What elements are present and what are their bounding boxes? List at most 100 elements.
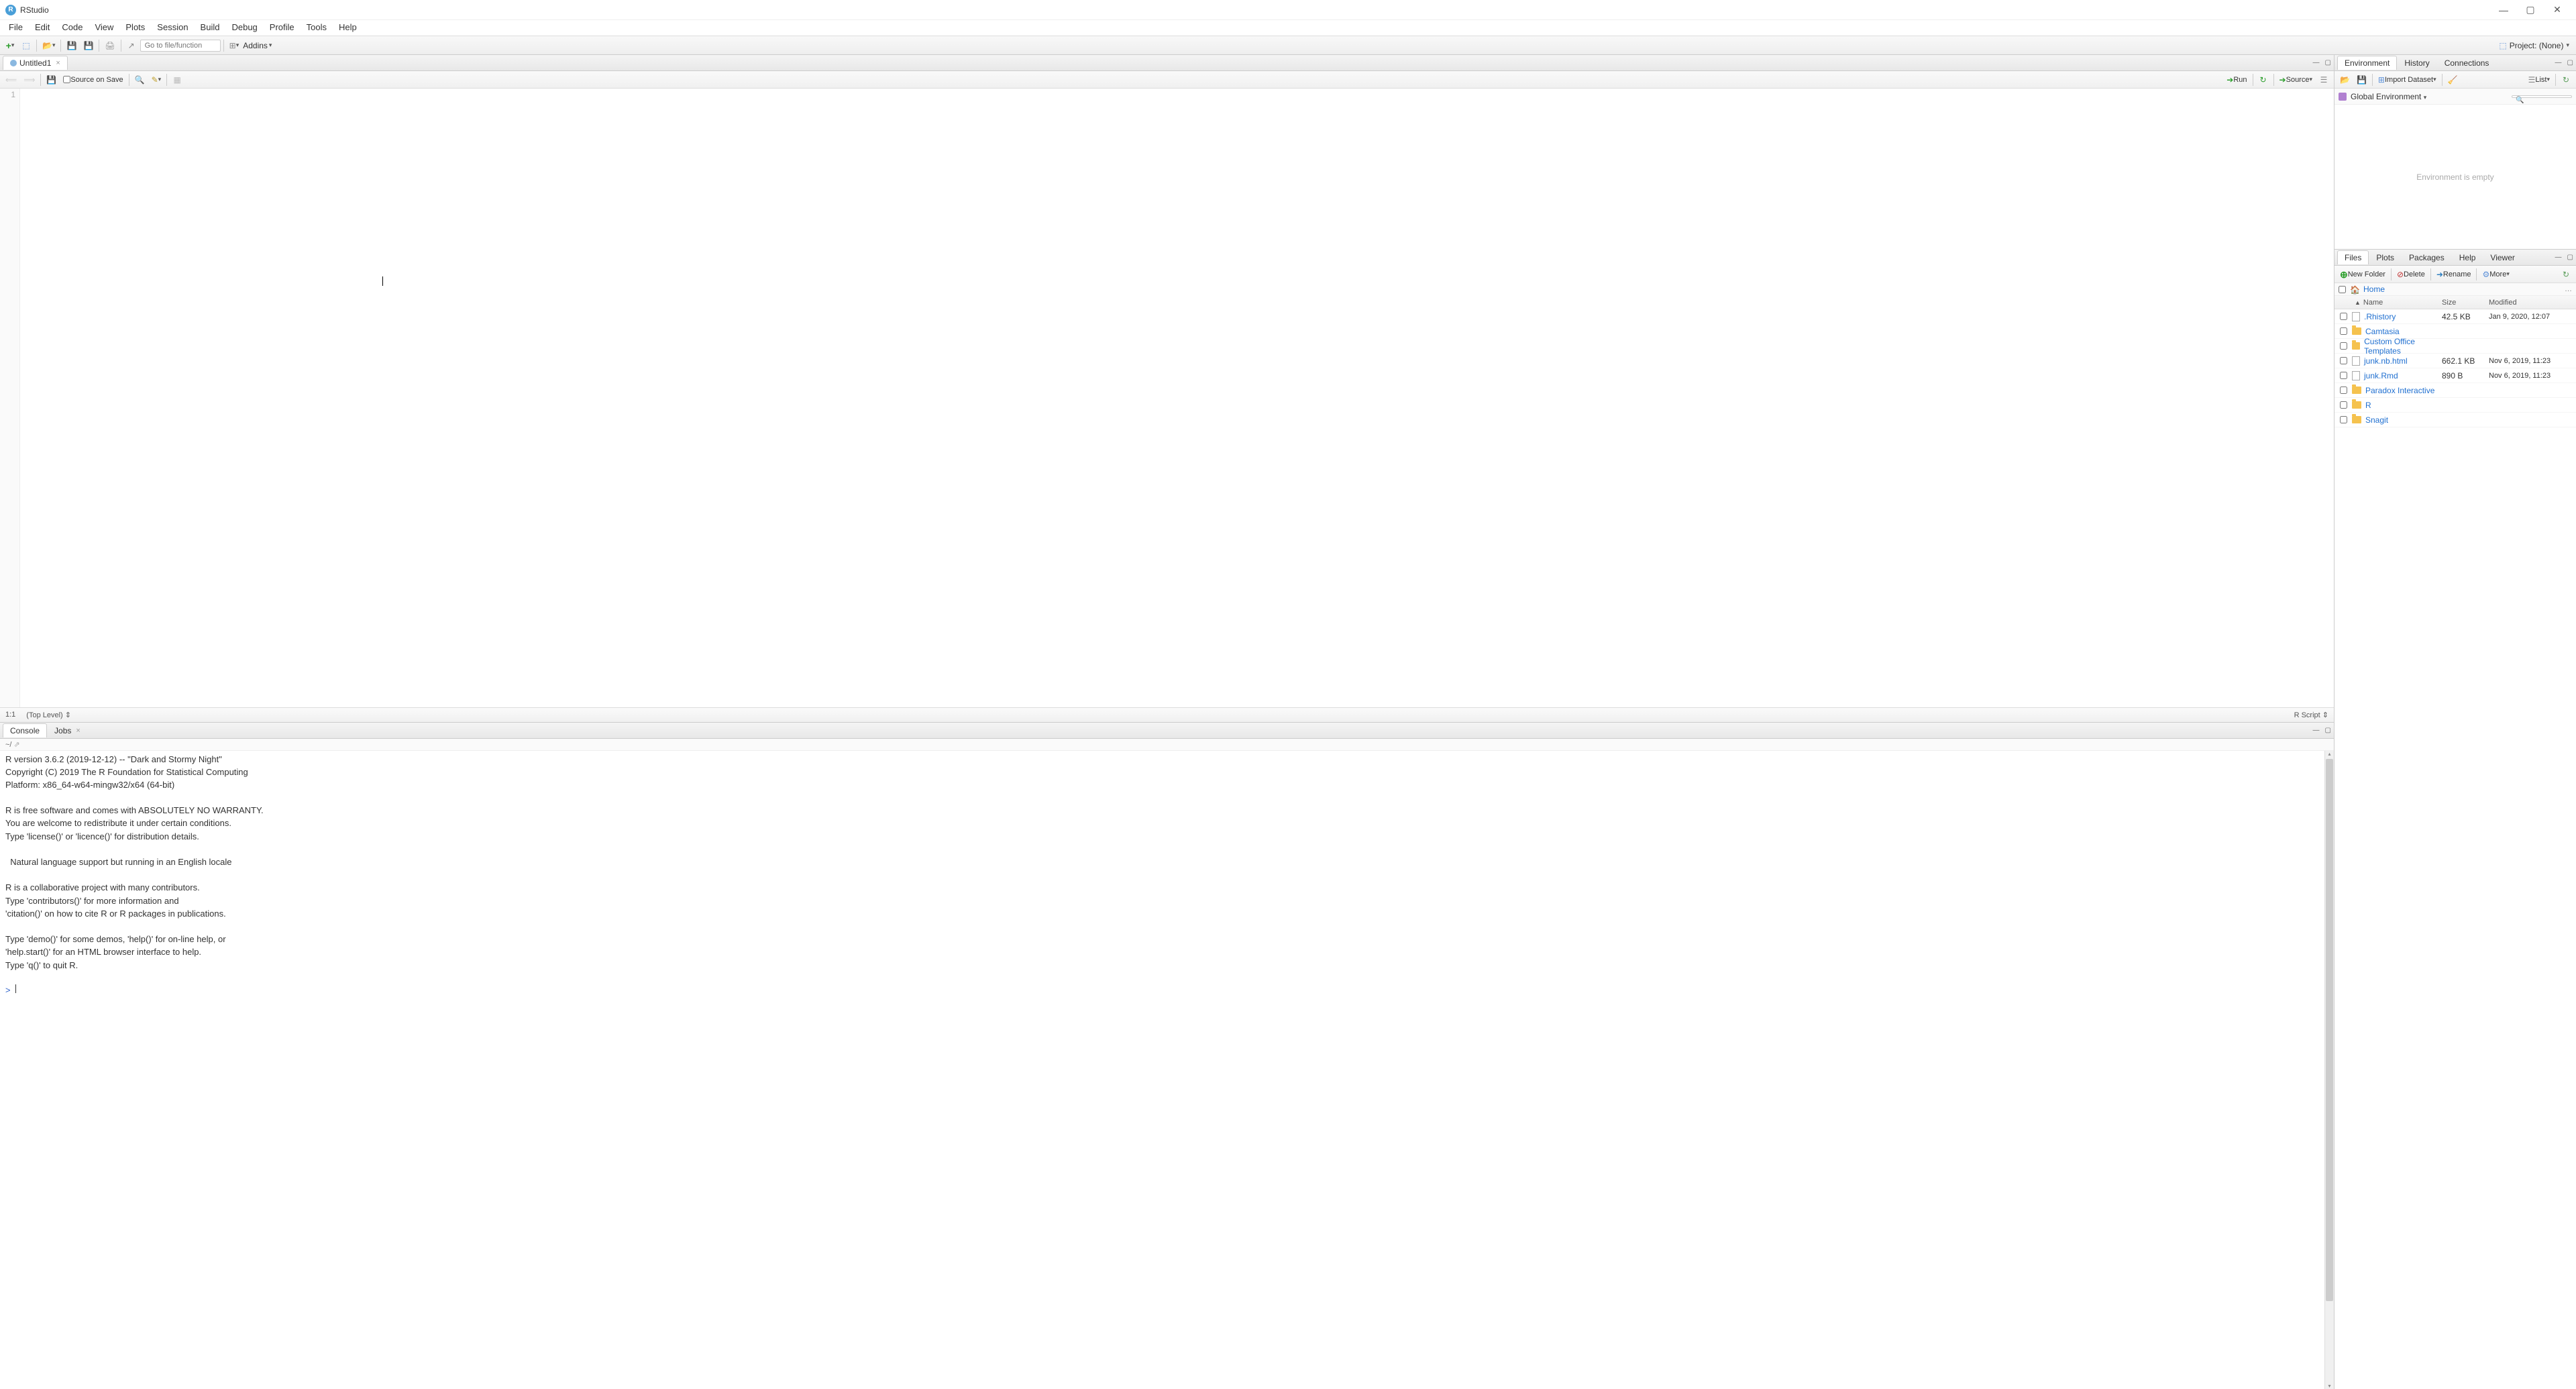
row-check[interactable]	[2340, 342, 2347, 350]
file-name[interactable]: R	[2352, 401, 2442, 410]
tab-console[interactable]: Console	[3, 723, 47, 737]
save-button[interactable]: 💾	[64, 38, 79, 53]
maximize-env-icon[interactable]: ▢	[2565, 58, 2576, 68]
find-button[interactable]: 🔍	[132, 72, 148, 87]
tab-viewer[interactable]: Viewer	[2483, 250, 2522, 264]
minimize-env-icon[interactable]: —	[2553, 58, 2565, 68]
project-selector[interactable]: ⬚ Project: (None) ▾	[2499, 41, 2573, 50]
file-name[interactable]: junk.nb.html	[2352, 356, 2442, 366]
file-name[interactable]: Custom Office Templates	[2352, 337, 2442, 356]
env-search-input[interactable]: 🔍	[2512, 95, 2572, 98]
close-tab-icon[interactable]: ×	[56, 59, 60, 67]
tab-packages[interactable]: Packages	[2402, 250, 2452, 264]
file-name[interactable]: Camtasia	[2352, 327, 2442, 336]
col-size[interactable]: Size	[2442, 299, 2489, 307]
delete-button[interactable]: ⊘ Delete	[2394, 267, 2428, 282]
console-scrollbar[interactable]: ▴ ▾	[2324, 751, 2334, 1389]
maximize-button[interactable]: ▢	[2517, 0, 2544, 20]
minimize-pane-icon[interactable]: —	[2310, 58, 2322, 68]
rerun-button[interactable]: ↻	[2256, 72, 2271, 87]
minimize-files-icon[interactable]: —	[2553, 252, 2565, 262]
refresh-files-button[interactable]: ↻	[2559, 267, 2573, 282]
menu-edit[interactable]: Edit	[29, 20, 56, 36]
run-button[interactable]: ➔ Run	[2224, 72, 2249, 87]
file-name[interactable]: Snagit	[2352, 415, 2442, 425]
save-all-button[interactable]: 💾	[80, 38, 96, 53]
tab-files[interactable]: Files	[2337, 250, 2369, 264]
row-check[interactable]	[2340, 327, 2347, 335]
maximize-files-icon[interactable]: ▢	[2565, 252, 2576, 262]
row-check[interactable]	[2340, 313, 2347, 320]
back-button[interactable]: ⟸	[3, 72, 19, 87]
file-name[interactable]: Paradox Interactive	[2352, 386, 2442, 395]
clear-env-button[interactable]: 🧹	[2445, 72, 2461, 87]
maximize-console-icon[interactable]: ▢	[2322, 725, 2334, 735]
path-more-icon[interactable]: …	[2565, 285, 2572, 293]
menu-session[interactable]: Session	[151, 20, 194, 36]
close-jobs-icon[interactable]: ×	[76, 727, 80, 735]
scope-selector[interactable]: (Top Level) ⇕	[26, 711, 71, 719]
goto-input[interactable]	[140, 40, 221, 52]
menu-tools[interactable]: Tools	[301, 20, 333, 36]
wand-button[interactable]: ✎▾	[149, 72, 164, 87]
source-tab[interactable]: Untitled1 ×	[3, 56, 68, 70]
home-link[interactable]: Home	[2363, 285, 2385, 294]
file-row[interactable]: R	[2334, 398, 2576, 413]
tab-environment[interactable]: Environment	[2337, 56, 2397, 70]
console-output[interactable]: R version 3.6.2 (2019-12-12) -- "Dark an…	[0, 751, 2324, 1389]
load-workspace-button[interactable]: 📂	[2337, 72, 2353, 87]
new-file-button[interactable]: +▾	[3, 38, 17, 53]
report-button[interactable]: ▦	[170, 72, 184, 87]
tab-history[interactable]: History	[2397, 56, 2436, 70]
file-row[interactable]: Snagit	[2334, 413, 2576, 427]
file-row[interactable]: junk.nb.html662.1 KBNov 6, 2019, 11:23	[2334, 354, 2576, 368]
tab-help[interactable]: Help	[2452, 250, 2483, 264]
maximize-pane-icon[interactable]: ▢	[2322, 58, 2334, 68]
tab-jobs[interactable]: Jobs×	[47, 723, 88, 737]
file-row[interactable]: Paradox Interactive	[2334, 383, 2576, 398]
outline-button[interactable]: ☰	[2316, 72, 2331, 87]
addins-dropdown[interactable]: Addins▾	[243, 41, 272, 50]
source-on-save-check[interactable]: Source on Save	[60, 72, 125, 87]
file-row[interactable]: Custom Office Templates	[2334, 339, 2576, 354]
source-button[interactable]: ➔ Source ▾	[2277, 72, 2315, 87]
goto-icon[interactable]: ↗	[124, 38, 139, 53]
import-dataset-button[interactable]: ⊞ Import Dataset ▾	[2375, 72, 2439, 87]
refresh-env-button[interactable]: ↻	[2559, 72, 2573, 87]
menu-help[interactable]: Help	[333, 20, 363, 36]
minimize-button[interactable]: —	[2490, 0, 2517, 20]
print-button[interactable]: 🖨	[102, 38, 117, 53]
save-workspace-button[interactable]: 💾	[2354, 72, 2369, 87]
row-check[interactable]	[2340, 401, 2347, 409]
new-project-button[interactable]: ⬚	[19, 38, 34, 53]
menu-code[interactable]: Code	[56, 20, 89, 36]
minimize-console-icon[interactable]: —	[2310, 725, 2322, 735]
row-check[interactable]	[2340, 357, 2347, 364]
tab-plots[interactable]: Plots	[2369, 250, 2402, 264]
save-source-button[interactable]: 💾	[44, 72, 59, 87]
file-row[interactable]: junk.Rmd890 BNov 6, 2019, 11:23	[2334, 368, 2576, 383]
new-folder-button[interactable]: ⊕ New Folder	[2337, 267, 2388, 282]
file-name[interactable]: .Rhistory	[2352, 312, 2442, 321]
file-name[interactable]: junk.Rmd	[2352, 371, 2442, 380]
more-button[interactable]: ⚙ More ▾	[2479, 267, 2512, 282]
view-mode-button[interactable]: ☰ List ▾	[2526, 72, 2553, 87]
menu-profile[interactable]: Profile	[264, 20, 301, 36]
select-all-check[interactable]	[2339, 286, 2346, 293]
forward-button[interactable]: ⟹	[21, 72, 38, 87]
open-file-button[interactable]: 📂▾	[40, 38, 58, 53]
menu-debug[interactable]: Debug	[225, 20, 263, 36]
row-check[interactable]	[2340, 372, 2347, 379]
tab-connections[interactable]: Connections	[2437, 56, 2497, 70]
row-check[interactable]	[2340, 387, 2347, 394]
menu-view[interactable]: View	[89, 20, 119, 36]
menu-plots[interactable]: Plots	[119, 20, 151, 36]
grid-button[interactable]: ⊞▾	[227, 38, 242, 53]
menu-build[interactable]: Build	[195, 20, 226, 36]
menu-file[interactable]: File	[3, 20, 29, 36]
file-row[interactable]: .Rhistory42.5 KBJan 9, 2020, 12:07	[2334, 309, 2576, 324]
editor-area[interactable]	[20, 89, 2334, 707]
col-modified[interactable]: Modified	[2489, 299, 2576, 307]
row-check[interactable]	[2340, 416, 2347, 423]
rename-button[interactable]: ➜ Rename	[2434, 267, 2474, 282]
